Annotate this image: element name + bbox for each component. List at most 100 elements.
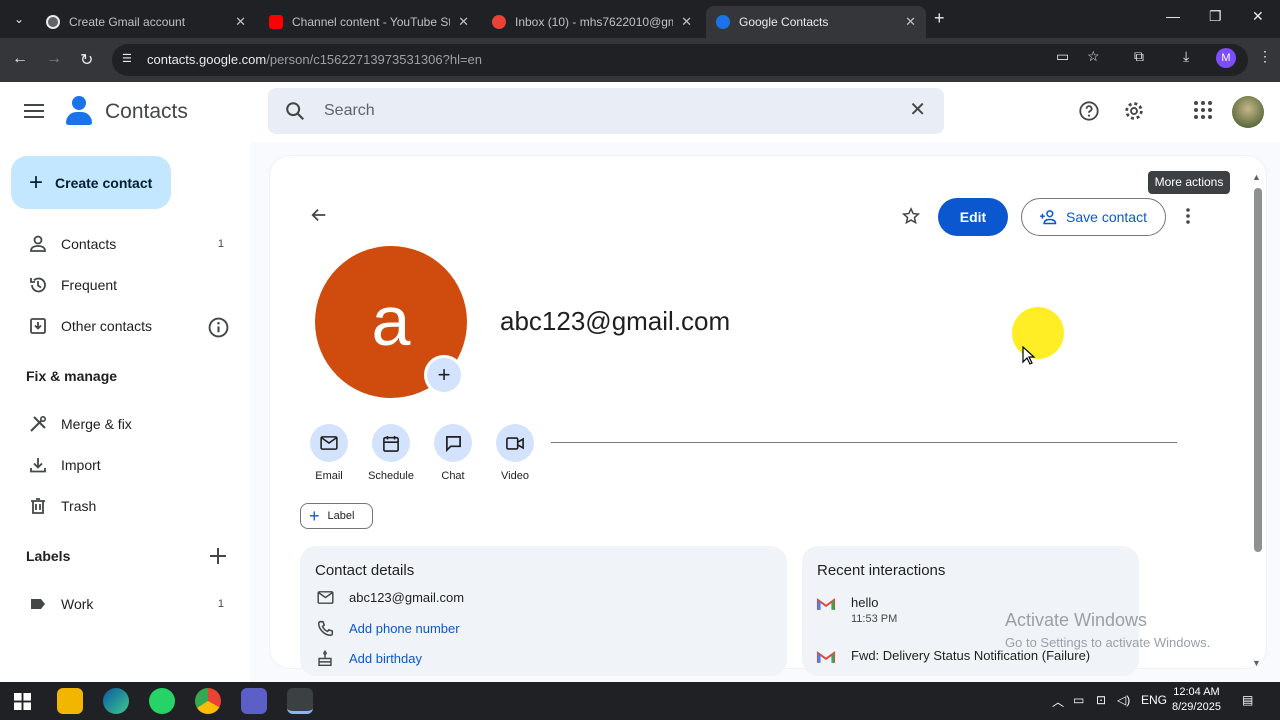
tab-youtube-studio[interactable]: Channel content - YouTube Stu ✕ [259,6,479,38]
email-action-button[interactable]: Email [299,424,359,482]
scroll-up-icon[interactable]: ▲ [1252,172,1261,182]
import-icon [26,455,50,475]
tab-close-icon[interactable]: ✕ [905,14,916,30]
info-icon[interactable] [208,317,229,338]
windows-taskbar [0,682,1280,720]
create-contact-button[interactable]: + Create contact [11,156,171,209]
save-contact-button[interactable]: Save contact [1021,198,1166,236]
back-button[interactable]: ← [12,50,28,68]
more-actions-icon[interactable] [1180,206,1196,226]
chrome-icon[interactable] [195,688,221,714]
video-camera-icon [506,436,524,450]
chat-action-button[interactable]: Chat [423,424,483,482]
fix-manage-heading: Fix & manage [26,368,118,384]
minimize-button[interactable]: — [1166,8,1180,24]
google-apps-grid-icon[interactable] [1193,100,1213,120]
add-phone-row[interactable]: Add phone number [315,620,460,637]
phone-icon [315,620,335,637]
youtube-favicon-icon [269,15,283,29]
mouse-pointer-icon [1022,346,1036,365]
tray-overflow-icon[interactable]: ︿ [1052,693,1064,710]
install-app-icon[interactable]: ▭ [1056,48,1069,65]
sidebar-item-other-contacts[interactable]: Other contacts [26,308,236,344]
whatsapp-icon[interactable] [149,688,175,714]
sidebar-item-frequent[interactable]: Frequent [26,267,236,303]
browser-menu-icon[interactable]: ⋮ [1258,48,1272,65]
detail-email-row[interactable]: abc123@gmail.com [315,590,464,605]
new-tab-button[interactable]: + [934,8,945,29]
taskbar-clock[interactable]: 12:04 AM 8/29/2025 [1172,685,1221,715]
address-bar[interactable]: ☰ contacts.google.com/person/c1562271397… [112,44,1248,76]
history-icon [26,275,50,295]
sidebar-item-contacts[interactable]: Contacts 1 [26,226,236,262]
battery-icon[interactable]: ▭ [1073,693,1084,707]
google-favicon-icon [46,15,60,29]
settings-gear-icon[interactable] [1123,100,1145,122]
tab-gmail-inbox[interactable]: Inbox (10) - mhs7622010@gma ✕ [482,6,702,38]
chrome-profile-icon[interactable] [287,688,313,714]
tab-google-contacts[interactable]: Google Contacts ✕ [706,6,926,38]
add-label-icon[interactable] [208,546,228,566]
mail-icon [315,591,335,604]
add-label-button[interactable]: + Label [300,503,373,529]
downloads-icon[interactable]: ⤓ [1183,48,1189,65]
back-arrow-icon[interactable] [310,206,328,224]
browser-profile-avatar[interactable]: M [1216,48,1236,68]
restore-button[interactable]: ❐ [1209,8,1222,25]
file-explorer-icon[interactable] [57,688,83,714]
gmail-icon [817,651,835,663]
label-tag-icon [26,594,50,614]
schedule-action-button[interactable]: Schedule [361,424,421,482]
site-info-icon[interactable]: ☰ [122,52,136,66]
url-text: contacts.google.com/person/c156227139735… [147,52,483,67]
search-bar[interactable]: ✕ [268,88,944,134]
add-birthday-row[interactable]: Add birthday [315,650,422,667]
recent-interactions-title: Recent interactions [817,562,946,579]
notifications-icon[interactable]: ▤ [1242,693,1253,707]
contact-details-title: Contact details [315,562,415,579]
calendar-icon [383,435,399,452]
interaction-item[interactable]: Fwd: Delivery Status Notification (Failu… [817,648,1137,668]
actions-divider [551,442,1177,443]
sidebar-item-trash[interactable]: Trash [26,488,236,524]
network-icon[interactable]: ⊡ [1096,693,1106,707]
close-window-button[interactable]: ✕ [1252,8,1264,25]
scrollbar-thumb[interactable] [1254,188,1262,552]
search-input[interactable] [324,100,884,122]
clear-search-icon[interactable]: ✕ [909,100,926,120]
edit-button[interactable]: Edit [938,198,1008,236]
tab-close-icon[interactable]: ✕ [235,14,246,30]
video-action-button[interactable]: Video [485,424,545,482]
sidebar-item-label-work[interactable]: Work 1 [26,586,236,622]
browser-toolbar: ← → ↻ ☰ contacts.google.com/person/c1562… [0,38,1280,82]
extensions-icon[interactable]: ⧉ [1134,48,1144,65]
activate-windows-watermark: Activate Windows Go to Settings to activ… [1005,610,1211,650]
volume-icon[interactable]: ◁) [1117,693,1130,707]
chat-bubble-icon [445,435,461,452]
account-avatar[interactable] [1232,96,1264,128]
page-scrollbar[interactable]: ▲ ▼ [1250,172,1264,668]
main-menu-icon[interactable] [24,104,44,120]
app-title: Contacts [105,100,188,123]
plus-icon: + [309,506,320,526]
input-language[interactable]: ENG [1141,693,1167,707]
bookmark-star-icon[interactable]: ☆ [1087,48,1100,65]
forward-button[interactable]: → [46,50,62,68]
help-icon[interactable] [1078,100,1100,122]
tab-close-icon[interactable]: ✕ [458,14,469,30]
windows-start-icon[interactable] [14,693,31,710]
add-photo-button[interactable]: + [424,355,464,395]
tab-close-icon[interactable]: ✕ [681,14,692,30]
tab-search-dropdown[interactable]: ⌄ [10,10,28,28]
reload-button[interactable]: ↻ [80,50,93,70]
sidebar-item-import[interactable]: Import [26,447,236,483]
cake-icon [315,650,335,667]
sidebar-item-merge-fix[interactable]: Merge & fix [26,406,236,442]
star-icon[interactable] [902,207,920,225]
app-icon[interactable] [241,688,267,714]
tab-create-gmail[interactable]: Create Gmail account ✕ [36,6,256,38]
edge-browser-icon[interactable] [103,688,129,714]
labels-heading: Labels [26,548,71,564]
contact-name: abc123@gmail.com [500,306,731,336]
scroll-down-icon[interactable]: ▼ [1252,658,1261,668]
